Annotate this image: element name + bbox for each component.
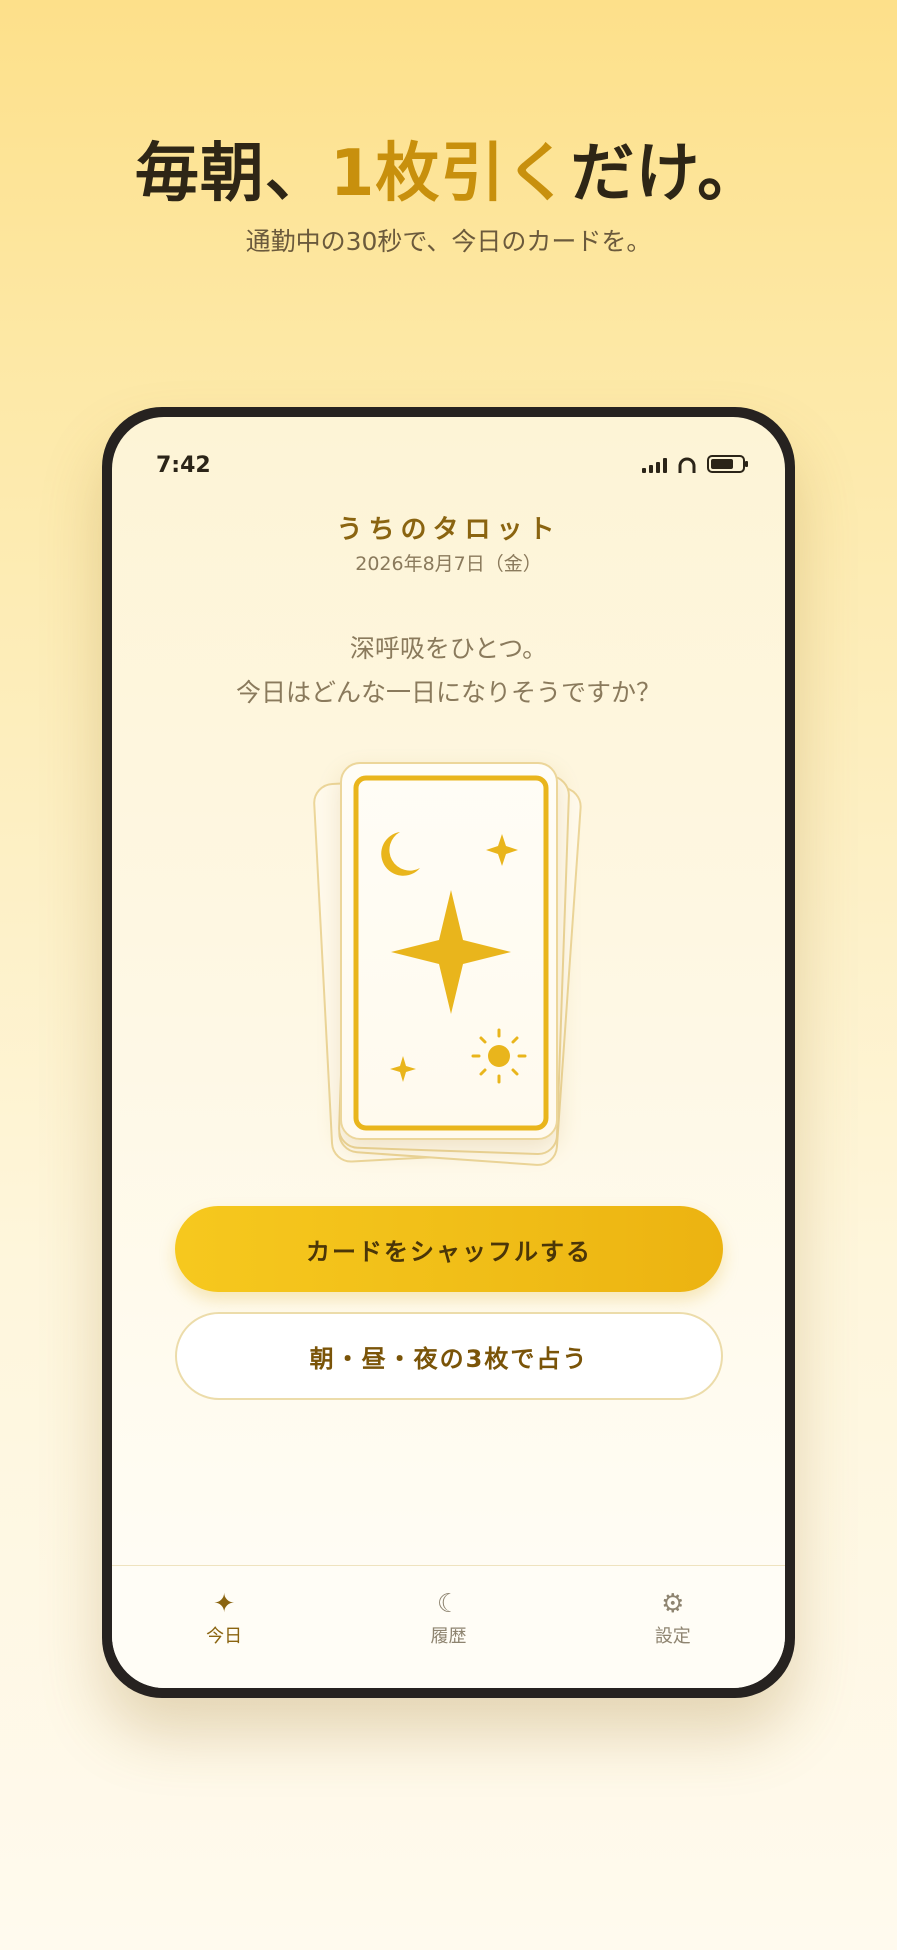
tab-label-today: 今日 (206, 1626, 243, 1647)
phone-frame: 7:42 うちのタロット 2026年8月7日（金） 深呼吸をひとつ。 今日はどん… (102, 407, 795, 1698)
three-card-reading-button[interactable]: 朝・昼・夜の3枚で占う (175, 1312, 723, 1400)
sparkle-tab-icon: ✦ (213, 1589, 236, 1619)
tab-label-history: 履歴 (430, 1626, 467, 1647)
daily-prompt: 深呼吸をひとつ。 今日はどんな一日になりそうですか？ (112, 627, 785, 715)
app-date: 2026年8月7日（金） (355, 553, 542, 575)
prompt-line-1: 深呼吸をひとつ。 (349, 634, 548, 663)
promo-subline: 通勤中の30秒で、今日のカードを。 (245, 227, 652, 256)
tab-settings[interactable]: ⚙ 設定 (613, 1590, 733, 1648)
app-title: うちのタロット (336, 515, 561, 545)
tarot-deck[interactable] (312, 762, 583, 1168)
crescent-moon-icon (381, 832, 420, 876)
sparkle-icon (486, 834, 518, 866)
tab-label-settings: 設定 (654, 1626, 691, 1647)
small-sparkle-icon (390, 1056, 416, 1082)
shuffle-button[interactable]: カードをシャッフルする (175, 1206, 723, 1292)
tab-today[interactable]: ✦ 今日 (164, 1590, 284, 1648)
gear-icon: ⚙ (661, 1589, 685, 1619)
headline-post: だけ。 (570, 137, 763, 211)
headline-accent: 1枚引く (329, 137, 571, 211)
card-art (353, 775, 549, 1131)
moon-tab-icon: ☾ (436, 1589, 461, 1619)
tab-bar: ✦ 今日 ☾ 履歴 ⚙ 設定 (112, 1565, 785, 1688)
phone-screen: 7:42 うちのタロット 2026年8月7日（金） 深呼吸をひとつ。 今日はどん… (112, 417, 785, 1688)
prompt-line-2: 今日はどんな一日になりそうですか？ (235, 678, 661, 707)
four-point-star-icon (391, 890, 511, 1014)
headline-pre: 毎朝、 (134, 137, 330, 211)
status-time: 7:42 (156, 453, 211, 478)
cellular-signal-icon (642, 457, 667, 473)
wifi-icon (678, 457, 696, 473)
tab-history[interactable]: ☾ 履歴 (388, 1590, 508, 1648)
sun-icon (471, 1028, 527, 1084)
status-icons (642, 455, 748, 473)
tarot-card[interactable] (340, 762, 558, 1140)
promo-headline: 毎朝、1枚引くだけ。 (0, 122, 897, 214)
battery-icon (707, 455, 748, 473)
